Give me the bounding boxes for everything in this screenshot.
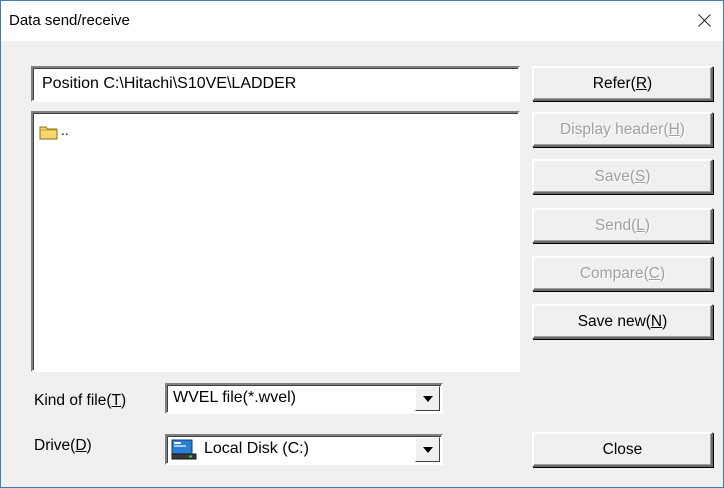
kind-of-file-select[interactable]: WVEL file(*.wvel) (165, 383, 443, 414)
hard-drive-icon (171, 439, 197, 460)
save-new-button-key: N (650, 312, 663, 330)
list-item-label: .. (61, 122, 69, 138)
send-button-suffix: ) (644, 216, 651, 234)
display-header-button-label: Display header( (560, 120, 669, 138)
compare-button-label: Compare( (579, 264, 649, 282)
save-button-suffix: ) (645, 167, 651, 185)
drive-label: Drive(D) (34, 437, 92, 455)
display-header-button-suffix: ) (679, 120, 685, 138)
drive-value: Local Disk (C:) (204, 440, 309, 457)
refer-button-suffix: ) (647, 74, 653, 92)
kind-of-file-label: Kind of file(T) (34, 392, 126, 410)
kind-of-file-label-text: Kind of file( (34, 392, 112, 409)
kind-of-file-label-suffix: ) (121, 392, 127, 409)
compare-button-suffix: ) (659, 264, 666, 282)
window-title: Data send/receive (9, 12, 130, 29)
compare-button[interactable]: Compare(C) (532, 256, 713, 291)
file-list[interactable]: .. (31, 111, 520, 372)
drive-label-key: D (75, 437, 87, 454)
refer-button-key: R (635, 74, 648, 92)
save-new-button-label: Save new( (577, 312, 651, 330)
close-button[interactable]: Close (532, 432, 713, 467)
save-button[interactable]: Save(S) (532, 159, 713, 194)
display-header-button-key: H (668, 120, 680, 138)
save-new-button[interactable]: Save new(N) (532, 304, 713, 339)
send-button[interactable]: Send(L) (532, 208, 713, 243)
list-item[interactable]: .. (39, 122, 69, 142)
position-field[interactable]: Position C:\Hitachi\S10VE\LADDER (31, 66, 520, 102)
send-button-key: L (636, 216, 645, 234)
drive-label-suffix: ) (86, 437, 92, 454)
close-icon[interactable] (683, 1, 723, 41)
display-header-button[interactable]: Display header(H) (532, 112, 713, 147)
save-button-label: Save( (594, 167, 635, 185)
refer-button-label: Refer( (592, 74, 636, 92)
close-button-label: Close (602, 440, 643, 458)
kind-of-file-value: WVEL file(*.wvel) (173, 389, 296, 406)
drive-select[interactable]: Local Disk (C:) (165, 434, 443, 465)
chevron-down-icon[interactable] (415, 437, 440, 462)
chevron-down-icon[interactable] (415, 386, 440, 411)
send-button-label: Send( (594, 216, 637, 234)
save-button-key: S (634, 167, 646, 185)
data-send-receive-dialog: Data send/receive Position C:\Hitachi\S1… (0, 0, 724, 488)
folder-icon (39, 126, 58, 139)
compare-button-key: C (648, 264, 660, 282)
title-bar: Data send/receive (1, 1, 723, 41)
position-text: Position C:\Hitachi\S10VE\LADDER (42, 75, 297, 92)
refer-button[interactable]: Refer(R) (532, 66, 713, 101)
save-new-button-suffix: ) (662, 312, 668, 330)
drive-label-text: Drive( (34, 437, 76, 454)
kind-of-file-label-key: T (111, 392, 122, 409)
